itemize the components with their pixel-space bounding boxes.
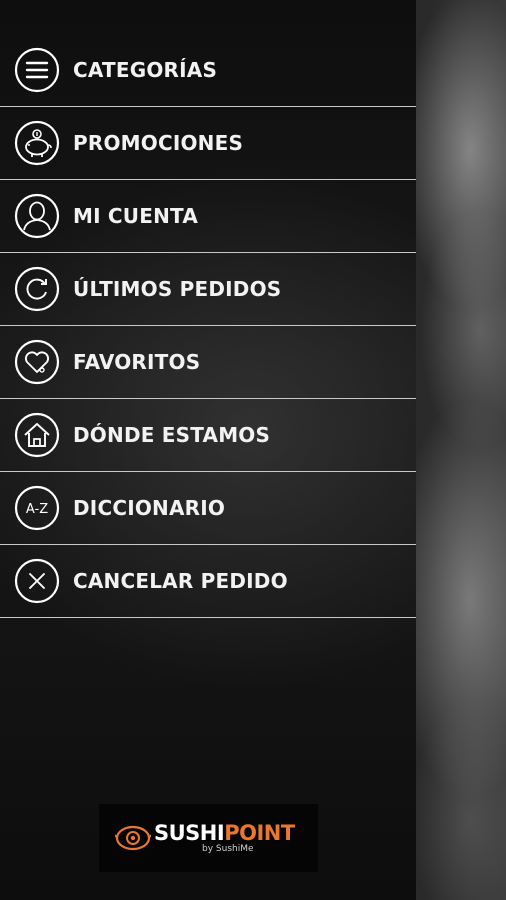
- menu-item-promociones[interactable]: PROMOCIONES: [0, 107, 416, 180]
- hamburger-icon: [14, 47, 60, 93]
- menu-item-label: DÓNDE ESTAMOS: [73, 423, 271, 447]
- close-icon: [14, 558, 60, 604]
- menu-item-favoritos[interactable]: FAVORITOS: [0, 326, 416, 399]
- dictionary-icon: A-Z: [14, 485, 60, 531]
- sushi-logo-icon: [115, 825, 151, 851]
- logo-brand-point: POINT: [224, 821, 295, 845]
- user-icon: [14, 193, 60, 239]
- menu-item-label: PROMOCIONES: [73, 131, 244, 155]
- piggy-bank-icon: [14, 120, 60, 166]
- dictionary-icon-text: A-Z: [26, 502, 48, 517]
- sushipoint-logo: SUSHIPOINT by SushiMe: [99, 804, 318, 872]
- menu-item-donde-estamos[interactable]: DÓNDE ESTAMOS: [0, 399, 416, 472]
- menu-item-cancelar-pedido[interactable]: CANCELAR PEDIDO: [0, 545, 416, 618]
- menu-item-label: CATEGORÍAS: [73, 58, 218, 82]
- home-icon: [14, 412, 60, 458]
- logo-brand: SUSHIPOINT: [154, 822, 295, 844]
- drawer-menu: CATEGORÍAS PROMOCIONES MI CUENTA ÚLTIMOS…: [0, 34, 416, 618]
- menu-item-label: ÚLTIMOS PEDIDOS: [73, 277, 282, 301]
- refresh-icon: [14, 266, 60, 312]
- menu-item-diccionario[interactable]: A-Z DICCIONARIO: [0, 472, 416, 545]
- heart-icon: [14, 339, 60, 385]
- menu-item-categorias[interactable]: CATEGORÍAS: [0, 34, 416, 107]
- menu-item-label: DICCIONARIO: [73, 496, 226, 520]
- menu-item-ultimos-pedidos[interactable]: ÚLTIMOS PEDIDOS: [0, 253, 416, 326]
- menu-item-label: CANCELAR PEDIDO: [73, 569, 288, 593]
- menu-item-mi-cuenta[interactable]: MI CUENTA: [0, 180, 416, 253]
- logo-tagline: by SushiMe: [202, 844, 254, 854]
- navigation-drawer: CATEGORÍAS PROMOCIONES MI CUENTA ÚLTIMOS…: [0, 0, 416, 900]
- menu-item-label: MI CUENTA: [73, 204, 198, 228]
- logo-brand-sushi: SUSHI: [154, 821, 225, 845]
- menu-item-label: FAVORITOS: [73, 350, 201, 374]
